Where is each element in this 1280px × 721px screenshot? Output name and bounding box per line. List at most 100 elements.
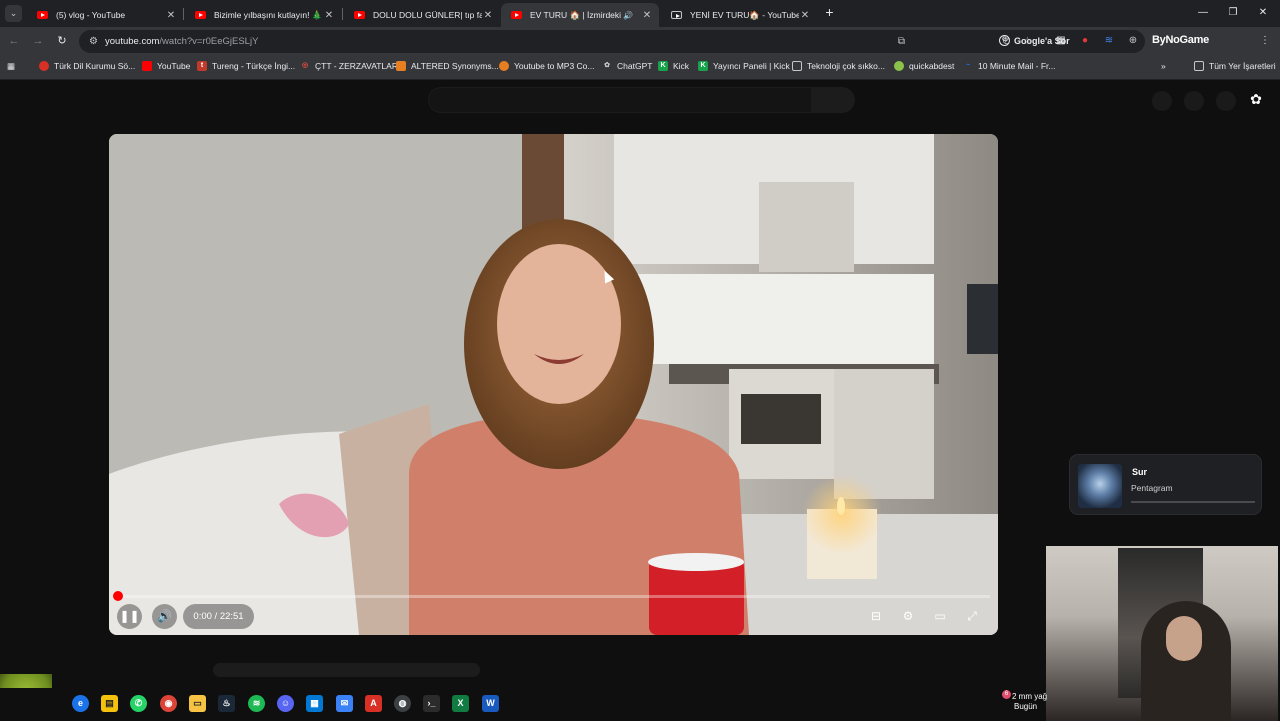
bynogame-extension-logo[interactable]: ByNoGame — [1152, 34, 1209, 46]
bookmark-quickabdest[interactable]: quickabdest — [894, 61, 954, 71]
weather-text: 2 mm yağ — [1012, 692, 1048, 701]
tab-ev-turu[interactable]: EV TURU 🏠 | İzmirdeki 1+ 🔊 ✕ — [501, 3, 659, 27]
site-info-icon[interactable]: ⚙ — [87, 35, 100, 48]
tab-title: YENİ EV TURU🏠 - YouTube — [690, 9, 799, 20]
bookmark-youtube[interactable]: YouTube — [142, 61, 190, 71]
more-bookmarks-icon[interactable]: » — [1161, 61, 1166, 71]
now-playing-card[interactable]: Sur Pentagram — [1069, 454, 1262, 515]
youtube-favicon-icon — [354, 11, 365, 19]
qr-extension-icon[interactable]: ▦ — [1054, 34, 1068, 48]
bookmark-tdk[interactable]: Türk Dil Kurumu Sö... — [39, 61, 135, 71]
windows-taskbar: e ▤ ✆ ◉ ▭ ♨ ≋ ☺ ▦ ✉ A ◍ ›_ X W — [0, 688, 1046, 720]
restore-icon[interactable]: ❐ — [1225, 5, 1241, 21]
all-bookmarks[interactable]: Tüm Yer İşaretleri — [1194, 61, 1276, 71]
new-tab-icon[interactable]: + — [822, 5, 837, 20]
bookmark-kick-panel[interactable]: K Yayıncı Paneli | Kick — [698, 61, 790, 71]
close-tab-icon[interactable]: ✕ — [165, 10, 177, 21]
tab-search-icon[interactable]: ⌄ — [5, 5, 22, 22]
store-icon[interactable]: ▦ — [306, 695, 323, 712]
tab-dolu-dolu[interactable]: DOLU DOLU GÜNLER| tıp fakült ✕ — [344, 3, 500, 27]
video-scrubber-handle[interactable] — [113, 591, 123, 601]
word-icon[interactable]: W — [482, 695, 499, 712]
title-skeleton — [213, 663, 480, 677]
minimize-icon[interactable]: — — [1195, 5, 1211, 21]
bookmark-chatgpt[interactable]: ✿ ChatGPT — [602, 61, 652, 71]
youtube-page: ✿ ❚❚ 🔊 0:00 / 22:51 ⊟ ⚙ ▭ ⤢ Sur Pentagra… — [0, 81, 1280, 721]
fullscreen-icon[interactable]: ⤢ — [961, 605, 983, 627]
theater-mode-icon[interactable]: ▭ — [929, 605, 951, 627]
tab-yilbasi[interactable]: Bizimle yılbaşını kutlayın! 🎄 | V ✕ — [185, 3, 341, 27]
back-icon[interactable]: ← — [6, 33, 22, 49]
track-title: Sur — [1132, 467, 1148, 477]
chrome-icon[interactable]: ◉ — [160, 695, 177, 712]
notification-badge[interactable]: 6 — [1002, 690, 1011, 699]
close-tab-icon[interactable]: ✕ — [323, 10, 335, 21]
tab-title: Bizimle yılbaşını kutlayın! 🎄 | V — [214, 9, 323, 20]
mail-icon[interactable]: ✉ — [336, 695, 353, 712]
apps-grid-icon[interactable]: ▦ — [7, 61, 15, 72]
bookmark-tureng[interactable]: t Tureng - Türkçe İngi... — [197, 61, 295, 71]
tab-strip: ⌄ (5) vlog - YouTube ✕ Bizimle yılbaşını… — [0, 0, 1280, 27]
acrobat-icon[interactable]: A — [365, 695, 382, 712]
mp3-favicon-icon — [499, 61, 509, 71]
tab-vlog[interactable]: (5) vlog - YouTube ✕ — [27, 3, 183, 27]
reload-icon[interactable]: ↻ — [54, 33, 70, 49]
bookmark-teknoloji[interactable]: Teknoloji çok sıkko... — [792, 61, 885, 71]
track-progress-bar — [1131, 501, 1255, 503]
sticky-notes-icon[interactable]: ▤ — [101, 695, 118, 712]
red-extension-icon[interactable]: ● — [1078, 34, 1092, 48]
tab-title: (5) vlog - YouTube — [56, 10, 126, 20]
search-skeleton — [428, 87, 812, 113]
address-url[interactable]: youtube.com/watch?v=r0EeGjESLjY — [105, 36, 258, 47]
video-progress-bar[interactable] — [117, 595, 990, 598]
tab-yeni-ev-turu[interactable]: YENİ EV TURU🏠 - YouTube ✕ — [661, 3, 817, 27]
steam-icon[interactable]: ♨ — [218, 695, 235, 712]
address-bar[interactable]: ⚙ youtube.com/watch?v=r0EeGjESLjY ⧉ G Go… — [79, 30, 1145, 53]
streamer-face — [1166, 616, 1202, 661]
eye-off-icon[interactable]: ⊘ — [1000, 35, 1013, 48]
search-button-skeleton — [812, 87, 855, 113]
bookmarks-bar: ▦ Türk Dil Kurumu Sö... YouTube t Tureng … — [0, 56, 1280, 80]
close-tab-icon[interactable]: ✕ — [482, 10, 494, 21]
close-tab-icon[interactable]: ✕ — [641, 10, 653, 21]
menu-dots-icon[interactable]: ⋮ — [1258, 34, 1272, 48]
bookmark-kick[interactable]: K Kick — [658, 61, 689, 71]
forward-icon[interactable]: → — [30, 33, 46, 49]
gear-icon[interactable]: ✿ — [1248, 91, 1264, 107]
tureng-favicon-icon: t — [197, 61, 207, 71]
excel-icon[interactable]: X — [452, 695, 469, 712]
track-artist: Pentagram — [1131, 483, 1173, 493]
bookmark-ctt[interactable]: ◎ ÇTT - ZERZAVATLAR — [300, 61, 398, 71]
bookmark-yt-mp3[interactable]: Youtube to MP3 Co... — [499, 61, 595, 71]
altered-favicon-icon — [396, 61, 406, 71]
terminal-icon[interactable]: ›_ — [423, 695, 440, 712]
folder-icon — [792, 61, 802, 71]
weather-day: Bugün — [1014, 702, 1038, 711]
edge-icon[interactable]: e — [72, 695, 89, 712]
bookmark-altered[interactable]: ALTERED Synonyms... — [396, 61, 499, 71]
close-tab-icon[interactable]: ✕ — [799, 10, 811, 21]
gamepad-extension-icon[interactable]: ⊕ — [1126, 34, 1140, 48]
obs-icon[interactable]: ◍ — [394, 695, 411, 712]
video-player[interactable]: ❚❚ 🔊 0:00 / 22:51 ⊟ ⚙ ▭ ⤢ — [109, 134, 998, 635]
discord-icon[interactable]: ☺ — [277, 695, 294, 712]
kick-favicon-icon: K — [658, 61, 668, 71]
subtitles-icon[interactable]: ⊟ — [865, 605, 887, 627]
translate-extension-icon[interactable]: ≋ — [1102, 34, 1116, 48]
youtube-favicon-icon — [511, 11, 522, 19]
close-window-icon[interactable]: ✕ — [1255, 5, 1271, 21]
settings-gear-icon[interactable]: ⚙ — [897, 605, 919, 627]
file-explorer-icon[interactable]: ▭ — [189, 695, 206, 712]
volume-button[interactable]: 🔊 — [152, 604, 177, 629]
video-time: 0:00 / 22:51 — [183, 604, 254, 629]
skeleton-icon — [1152, 91, 1172, 111]
weather-status[interactable]: 2 mm yağ Bugün — [1012, 692, 1047, 712]
install-app-icon[interactable]: ⧉ — [895, 35, 908, 48]
pause-button[interactable]: ❚❚ — [117, 604, 142, 629]
bookmark-10minutemail[interactable]: ~10 Minute Mail - Fr... — [963, 61, 1056, 71]
speaker-icon[interactable]: 🔊 — [623, 11, 633, 20]
whatsapp-icon[interactable]: ✆ — [130, 695, 147, 712]
bookmark-star-icon[interactable]: ☆ — [1021, 35, 1034, 48]
bookmark-favicon-icon — [39, 61, 49, 71]
spotify-icon[interactable]: ≋ — [248, 695, 265, 712]
